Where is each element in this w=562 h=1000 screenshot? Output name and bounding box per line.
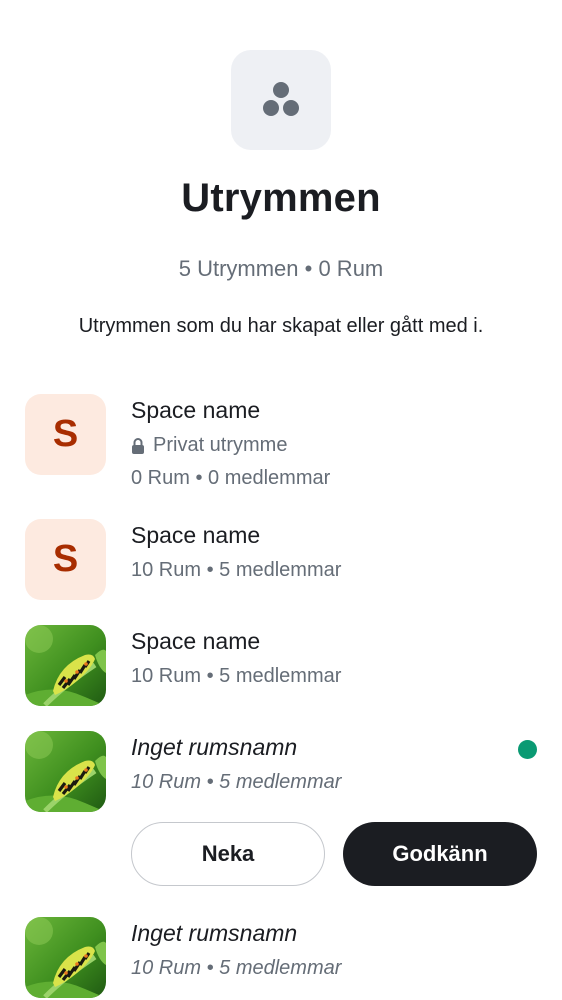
spaces-glyph: [263, 82, 299, 116]
space-meta: 10 Rum • 5 medlemmar: [131, 559, 342, 581]
decline-button[interactable]: Neka: [131, 822, 325, 886]
caterpillar-photo: [25, 731, 106, 812]
space-name: Inget rumsnamn: [131, 734, 298, 760]
space-meta: 10 Rum • 5 medlemmar: [131, 665, 342, 687]
space-meta: 0 Rum • 0 medlemmar: [131, 467, 331, 489]
space-list-item[interactable]: Space name 10 Rum • 5 medlemmar: [0, 625, 562, 707]
space-avatar: [25, 917, 106, 998]
page-title: Utrymmen: [181, 176, 381, 220]
caterpillar-photo: [25, 625, 106, 706]
space-list-item[interactable]: S Space name Privat utrymme 0 Rum • 0 me…: [0, 394, 562, 489]
space-privacy: Privat utrymme: [131, 434, 287, 457]
space-meta: 10 Rum • 5 medlemmar: [131, 771, 342, 793]
unread-indicator-dot: [518, 740, 537, 759]
space-avatar: S: [25, 519, 106, 600]
space-list-item[interactable]: S Space name 10 Rum • 5 medlemmar: [0, 519, 562, 601]
space-stats: 5 Utrymmen • 0 Rum: [178, 256, 384, 281]
space-invite-item[interactable]: Inget rumsnamn 10 Rum • 5 medlemmar: [0, 731, 562, 813]
space-meta: 10 Rum • 5 medlemmar: [131, 957, 342, 979]
caterpillar-photo: [25, 917, 106, 998]
space-list-item[interactable]: Inget rumsnamn 10 Rum • 5 medlemmar: [0, 917, 562, 999]
space-name: Space name: [131, 397, 261, 423]
space-name: Inget rumsnamn: [131, 920, 298, 946]
space-avatar: [25, 625, 106, 706]
space-avatar: S: [25, 394, 106, 475]
space-name: Space name: [131, 628, 261, 654]
space-avatar: [25, 731, 106, 812]
spaces-icon: [231, 50, 331, 150]
accept-button[interactable]: Godkänn: [343, 822, 537, 886]
space-privacy-label: Privat utrymme: [153, 434, 288, 456]
lock-icon: [132, 437, 144, 454]
page-description: Utrymmen som du har skapat eller gått me…: [78, 315, 484, 337]
space-name: Space name: [131, 522, 261, 548]
